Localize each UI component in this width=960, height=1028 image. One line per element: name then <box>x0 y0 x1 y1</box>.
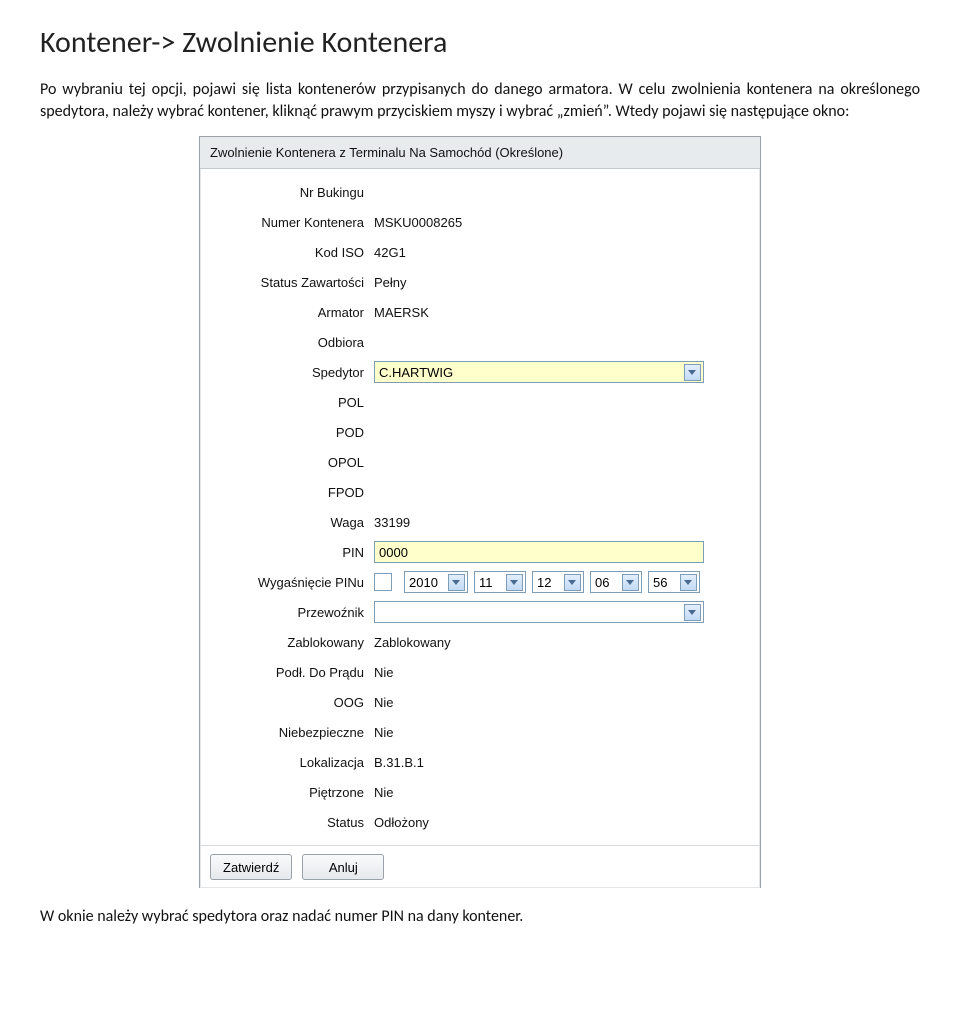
value-odbiorca <box>374 339 746 345</box>
confirm-button[interactable]: Zatwierdź <box>210 854 292 880</box>
value-lokalizacja: B.31.B.1 <box>374 752 746 773</box>
label-przewoznik: Przewoźnik <box>214 605 374 620</box>
label-podl-prad: Podł. Do Prądu <box>214 665 374 680</box>
expiry-min-select[interactable] <box>648 571 700 593</box>
label-fpod: FPOD <box>214 485 374 500</box>
label-oog: OOG <box>214 695 374 710</box>
label-opol: OPOL <box>214 455 374 470</box>
expiry-day-select[interactable] <box>532 571 584 593</box>
intro-paragraph: Po wybraniu tej opcji, pojawi się lista … <box>40 79 920 122</box>
value-status-zawartosci: Pełny <box>374 272 746 293</box>
value-opol <box>374 459 746 465</box>
value-pod <box>374 429 746 435</box>
spedytor-select[interactable] <box>374 361 704 383</box>
expiry-month-select[interactable] <box>474 571 526 593</box>
value-pol <box>374 399 746 405</box>
value-armator: MAERSK <box>374 302 746 323</box>
expiry-hour-select[interactable] <box>590 571 642 593</box>
value-podl-prad: Nie <box>374 662 746 683</box>
label-pietrzone: Piętrzone <box>214 785 374 800</box>
label-zablokowany: Zablokowany <box>214 635 374 650</box>
label-pod: POD <box>214 425 374 440</box>
value-status: Odłożony <box>374 812 746 833</box>
value-fpod <box>374 489 746 495</box>
label-pol: POL <box>214 395 374 410</box>
label-status-zawartosci: Status Zawartości <box>214 275 374 290</box>
value-numer-kontenera: MSKU0008265 <box>374 212 746 233</box>
pin-expiry-checkbox[interactable] <box>374 573 392 591</box>
expiry-year-select[interactable] <box>404 571 468 593</box>
przewoznik-select[interactable] <box>374 601 704 623</box>
pin-input[interactable] <box>374 541 704 563</box>
value-waga: 33199 <box>374 512 746 533</box>
label-waga: Waga <box>214 515 374 530</box>
value-kod-iso: 42G1 <box>374 242 746 263</box>
label-nr-bukingu: Nr Bukingu <box>214 185 374 200</box>
label-kod-iso: Kod ISO <box>214 245 374 260</box>
outro-paragraph: W oknie należy wybrać spedytora oraz nad… <box>40 906 920 928</box>
label-lokalizacja: Lokalizacja <box>214 755 374 770</box>
label-wygasniecie: Wygaśnięcie PINu <box>214 575 374 590</box>
release-panel: Zwolnienie Kontenera z Terminalu Na Samo… <box>199 136 761 888</box>
button-bar: Zatwierdź Anluj <box>200 845 760 888</box>
label-armator: Armator <box>214 305 374 320</box>
label-spedytor: Spedytor <box>214 365 374 380</box>
cancel-button[interactable]: Anluj <box>302 854 384 880</box>
page-title: Kontener-> Zwolnienie Kontenera <box>40 24 920 61</box>
label-status: Status <box>214 815 374 830</box>
panel-title: Zwolnienie Kontenera z Terminalu Na Samo… <box>200 137 760 169</box>
value-oog: Nie <box>374 692 746 713</box>
value-pietrzone: Nie <box>374 782 746 803</box>
label-niebezpieczne: Niebezpieczne <box>214 725 374 740</box>
value-niebezpieczne: Nie <box>374 722 746 743</box>
label-odbiorca: Odbiora <box>214 335 374 350</box>
form-body: Nr Bukingu Numer Kontenera MSKU0008265 K… <box>200 169 760 845</box>
label-numer-kontenera: Numer Kontenera <box>214 215 374 230</box>
value-nr-bukingu <box>374 189 746 195</box>
label-pin: PIN <box>214 545 374 560</box>
value-zablokowany: Zablokowany <box>374 632 746 653</box>
